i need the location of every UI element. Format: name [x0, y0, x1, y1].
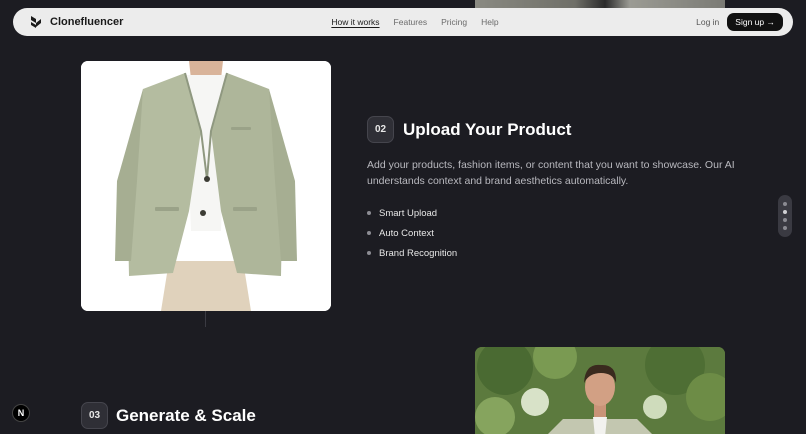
scroll-dot[interactable]	[783, 218, 787, 222]
step-number-badge: 02	[367, 116, 394, 143]
nav-link-pricing[interactable]: Pricing	[441, 17, 467, 27]
nav-link-features[interactable]: Features	[394, 17, 428, 27]
bullet-icon	[367, 231, 371, 235]
step-description: Add your products, fashion items, or con…	[367, 159, 735, 187]
dev-tools-indicator[interactable]: N	[12, 404, 30, 422]
feature-list: Smart Upload Auto Context Brand Recognit…	[367, 203, 457, 263]
step-title: Upload Your Product	[403, 120, 572, 139]
brand-name: Clonefluencer	[50, 16, 124, 28]
blazer-product-image	[81, 61, 331, 311]
bullet-icon	[367, 211, 371, 215]
login-link[interactable]: Log in	[696, 17, 719, 27]
brand-logo[interactable]: Clonefluencer	[29, 15, 123, 29]
signup-button[interactable]: Sign up →	[727, 13, 783, 31]
scroll-dot[interactable]	[783, 202, 787, 206]
model-photo	[475, 347, 725, 434]
scroll-dot[interactable]	[783, 226, 787, 230]
feature-item: Auto Context	[367, 223, 457, 243]
model-photo-card	[475, 347, 725, 434]
section-scroll-indicator[interactable]	[778, 195, 792, 237]
product-image-card	[81, 61, 331, 311]
nav-link-help[interactable]: Help	[481, 17, 498, 27]
logo-icon	[29, 15, 43, 29]
step-title: Generate & Scale	[116, 406, 256, 425]
scroll-dot-active[interactable]	[783, 210, 787, 214]
feature-item: Smart Upload	[367, 203, 457, 223]
nav-actions: Log in Sign up →	[696, 13, 783, 31]
top-navbar: Clonefluencer How it works Features Pric…	[13, 8, 793, 36]
step-number-badge: 03	[81, 402, 108, 429]
timeline-connector	[205, 311, 206, 327]
feature-item: Brand Recognition	[367, 243, 457, 263]
bullet-icon	[367, 251, 371, 255]
nav-link-how-it-works[interactable]: How it works	[331, 17, 379, 27]
nav-links: How it works Features Pricing Help	[331, 17, 498, 27]
